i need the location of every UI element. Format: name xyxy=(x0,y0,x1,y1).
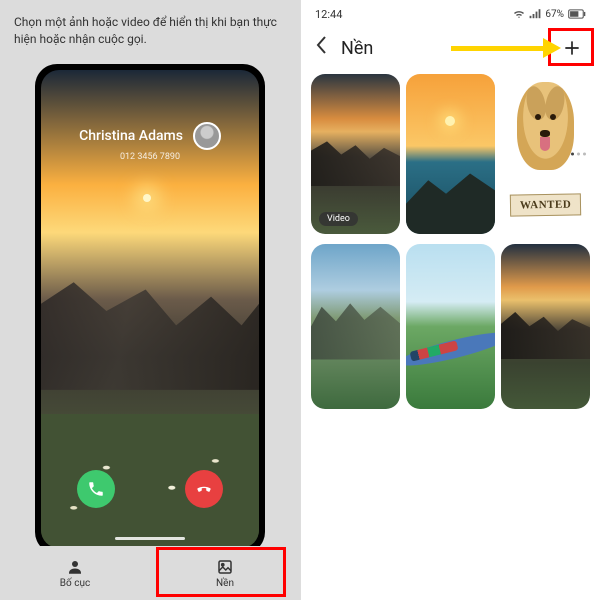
tab-layout[interactable]: Bố cục xyxy=(0,546,150,600)
pager-dots xyxy=(571,153,586,156)
wallpaper-thumb-6[interactable] xyxy=(501,244,590,409)
person-icon xyxy=(66,558,84,576)
right-panel: 12:44 67% Nền Video xyxy=(300,0,600,600)
call-preview-screen: Christina Adams 012 3456 7890 xyxy=(41,70,259,548)
wifi-icon xyxy=(513,9,525,19)
status-right: 67% xyxy=(513,9,586,20)
wallpaper-thumb-3[interactable]: WANTED xyxy=(501,74,590,234)
battery-icon xyxy=(568,9,586,19)
sun-graphic xyxy=(143,194,151,202)
status-time: 12:44 xyxy=(315,8,342,21)
answer-button[interactable] xyxy=(77,470,115,508)
back-button[interactable] xyxy=(315,35,329,61)
phone-frame: Christina Adams 012 3456 7890 xyxy=(35,64,265,554)
highlight-tab-background xyxy=(156,547,286,597)
wallpaper-grid: Video WANTED xyxy=(301,74,600,409)
caller-name: Christina Adams xyxy=(79,128,183,144)
chevron-left-icon xyxy=(315,35,329,55)
caller-avatar-icon xyxy=(193,122,221,150)
home-indicator xyxy=(115,537,185,540)
call-buttons xyxy=(41,470,259,508)
caller-number: 012 3456 7890 xyxy=(41,152,259,162)
left-panel: Chọn một ảnh hoặc video để hiển thị khi … xyxy=(0,0,300,600)
wallpaper-thumb-2[interactable] xyxy=(406,74,495,234)
dog-sign-text: WANTED xyxy=(510,193,582,216)
signal-icon xyxy=(529,9,541,19)
caller-info: Christina Adams 012 3456 7890 xyxy=(41,122,259,162)
tutorial-arrow xyxy=(451,38,561,58)
phone-answer-icon xyxy=(87,480,105,498)
wallpaper-thumb-1[interactable]: Video xyxy=(311,74,400,234)
phone-decline-icon xyxy=(195,480,213,498)
dog-graphic xyxy=(517,82,574,170)
battery-text: 67% xyxy=(545,9,564,20)
wallpaper-thumb-5[interactable] xyxy=(406,244,495,409)
video-badge: Video xyxy=(319,212,358,226)
mountain-graphic xyxy=(41,246,259,389)
decline-button[interactable] xyxy=(185,470,223,508)
wallpaper-thumb-4[interactable] xyxy=(311,244,400,409)
instruction-text: Chọn một ảnh hoặc video để hiển thị khi … xyxy=(14,14,286,48)
tab-layout-label: Bố cục xyxy=(60,578,90,589)
status-bar: 12:44 67% xyxy=(301,0,600,28)
